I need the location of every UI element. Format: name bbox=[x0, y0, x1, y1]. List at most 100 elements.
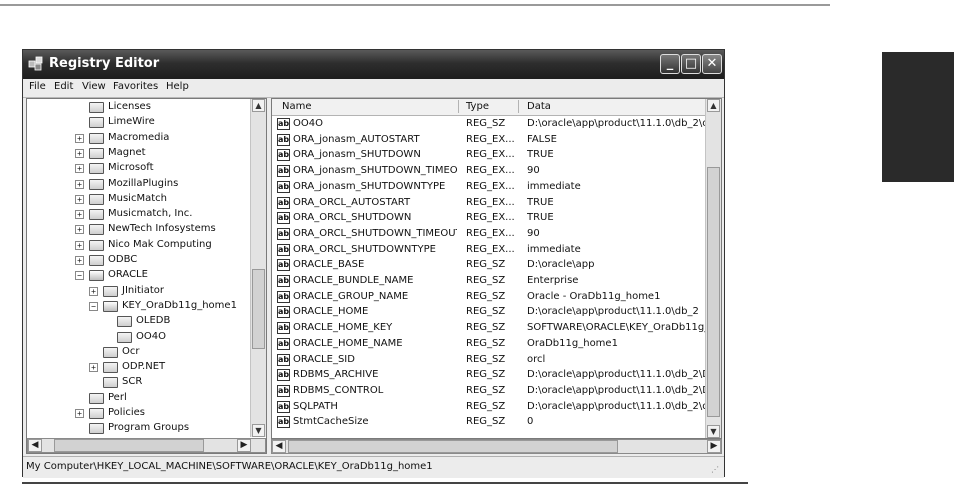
list-scroll-thumb[interactable] bbox=[707, 167, 720, 417]
expand-icon[interactable]: + bbox=[75, 256, 84, 265]
tree-item[interactable]: + NewTech Infosystems bbox=[27, 222, 247, 237]
column-type[interactable]: Type bbox=[466, 101, 489, 112]
tree-item[interactable]: Program Groups bbox=[27, 421, 247, 436]
tree-item[interactable]: − ORACLE bbox=[27, 268, 247, 283]
string-value-icon: ab bbox=[277, 353, 290, 366]
registry-value-row[interactable]: ab ORA_ORCL_SHUTDOWN REG_EX... TRUE bbox=[272, 211, 708, 226]
tree-item[interactable]: + MozillaPlugins bbox=[27, 177, 247, 192]
registry-value-row[interactable]: ab ORA_ORCL_SHUTDOWN_TIMEOUT REG_EX... 90 bbox=[272, 227, 708, 242]
value-data: SOFTWARE\ORACLE\KEY_OraDb11g_home1 bbox=[527, 322, 707, 334]
expand-icon[interactable]: + bbox=[75, 133, 84, 143]
scroll-right-arrow-icon[interactable]: ▶ bbox=[707, 440, 721, 453]
collapse-icon[interactable]: − bbox=[75, 271, 84, 281]
menu-view[interactable]: View bbox=[82, 81, 106, 92]
scroll-down-arrow-icon[interactable]: ▼ bbox=[707, 425, 720, 438]
tree-hscroll-thumb[interactable] bbox=[54, 439, 204, 452]
string-value-icon: ab bbox=[277, 416, 290, 429]
registry-value-row[interactable]: ab ORA_jonasm_SHUTDOWN REG_EX... TRUE bbox=[272, 148, 708, 163]
menu-file[interactable]: File bbox=[29, 81, 46, 92]
registry-value-row[interactable]: ab RDBMS_ARCHIVE REG_SZ D:\oracle\app\produ… bbox=[272, 368, 708, 383]
expand-icon[interactable]: + bbox=[75, 194, 84, 204]
registry-value-row[interactable]: ab ORACLE_GROUP_NAME REG_SZ Oracle - OraDb1… bbox=[272, 290, 708, 305]
value-type: REG_SZ bbox=[466, 322, 506, 334]
list-hscroll-thumb[interactable] bbox=[288, 440, 618, 453]
registry-value-row[interactable]: ab ORACLE_HOME REG_SZ D:\oracle\app\product… bbox=[272, 305, 708, 320]
title-bar[interactable]: Registry Editor _ □ ✕ bbox=[23, 50, 724, 79]
registry-value-row[interactable]: ab ORACLE_BASE REG_SZ D:\oracle\app bbox=[272, 258, 708, 273]
tree-item[interactable]: + Macromedia bbox=[27, 131, 247, 146]
registry-value-row[interactable]: ab RDBMS_CONTROL REG_SZ D:\oracle\app\produ… bbox=[272, 384, 708, 399]
key-tree-pane[interactable]: Licenses LimeWire + Macromedia + Magnet + Micro… bbox=[26, 98, 267, 454]
menu-help[interactable]: Help bbox=[166, 81, 189, 92]
tree-item[interactable]: Ocr bbox=[27, 345, 247, 360]
tree-item[interactable]: + MusicMatch bbox=[27, 192, 247, 207]
tree-item[interactable]: + ODP.NET bbox=[27, 360, 247, 375]
tree-vertical-scrollbar[interactable]: ▲ ▼ bbox=[250, 99, 266, 437]
close-button[interactable]: ✕ bbox=[702, 54, 722, 74]
resize-grip-icon[interactable]: ⋰ bbox=[711, 465, 721, 475]
registry-value-row[interactable]: ab ORACLE_BUNDLE_NAME REG_SZ Enterprise bbox=[272, 274, 708, 289]
maximize-button[interactable]: □ bbox=[681, 54, 701, 74]
registry-value-row[interactable]: ab ORA_jonasm_SHUTDOWNTYPE REG_EX... immedi… bbox=[272, 180, 708, 195]
string-value-icon: ab bbox=[277, 165, 290, 178]
value-name: ORA_ORCL_SHUTDOWN_TIMEOUT bbox=[293, 227, 457, 239]
registry-value-row[interactable]: ab ORA_jonasm_SHUTDOWN_TIMEO... REG_EX... 9… bbox=[272, 164, 708, 179]
scroll-right-arrow-icon[interactable]: ▶ bbox=[237, 439, 251, 452]
list-horizontal-scrollbar[interactable]: ◀ ▶ bbox=[271, 439, 722, 454]
expand-icon[interactable]: + bbox=[75, 164, 84, 174]
expand-icon[interactable]: + bbox=[75, 225, 84, 235]
tree-item[interactable]: Perl bbox=[27, 391, 247, 406]
registry-value-row[interactable]: ab OO4O REG_SZ D:\oracle\app\product\11.1.0… bbox=[272, 117, 708, 132]
tree-item[interactable]: LimeWire bbox=[27, 115, 247, 130]
values-list-pane[interactable]: Name Type Data ab OO4O REG_SZ D:\oracle\app… bbox=[271, 98, 722, 439]
menu-edit[interactable]: Edit bbox=[54, 81, 73, 92]
column-divider[interactable] bbox=[518, 100, 519, 113]
scroll-left-arrow-icon[interactable]: ◀ bbox=[28, 439, 42, 452]
column-divider[interactable] bbox=[458, 100, 459, 113]
scroll-up-arrow-icon[interactable]: ▲ bbox=[252, 99, 265, 112]
expand-icon[interactable]: + bbox=[75, 240, 84, 250]
tree-scroll-thumb[interactable] bbox=[252, 269, 265, 349]
menu-favorites[interactable]: Favorites bbox=[113, 81, 158, 92]
collapse-icon[interactable]: − bbox=[89, 301, 98, 311]
tree-item[interactable]: + Policies bbox=[27, 406, 247, 421]
scroll-down-arrow-icon[interactable]: ▼ bbox=[252, 424, 265, 437]
column-data[interactable]: Data bbox=[527, 101, 551, 112]
registry-value-row[interactable]: ab ORACLE_SID REG_SZ orcl bbox=[272, 353, 708, 368]
registry-value-row[interactable]: ab ORA_ORCL_AUTOSTART REG_EX... TRUE bbox=[272, 196, 708, 211]
tree-item[interactable]: OLEDB bbox=[27, 314, 247, 329]
list-vertical-scrollbar[interactable]: ▲ ▼ bbox=[705, 99, 721, 438]
tree-item[interactable]: + JInitiator bbox=[27, 284, 247, 299]
tree-item[interactable]: + Musicmatch, Inc. bbox=[27, 207, 247, 222]
tree-horizontal-scrollbar[interactable]: ◀ ▶ bbox=[27, 438, 266, 453]
tree-item[interactable]: + Microsoft bbox=[27, 161, 247, 176]
registry-value-row[interactable]: ab ORA_jonasm_AUTOSTART REG_EX... FALSE bbox=[272, 133, 708, 148]
scroll-up-arrow-icon[interactable]: ▲ bbox=[707, 99, 720, 112]
registry-value-row[interactable]: ab ORACLE_HOME_NAME REG_SZ OraDb11g_home1 bbox=[272, 337, 708, 352]
tree-item[interactable]: SCR bbox=[27, 375, 247, 390]
value-data: D:\oracle\app\product\11.1.0\db_2\DATABA… bbox=[527, 384, 707, 396]
tree-item[interactable]: + Magnet bbox=[27, 146, 247, 161]
expand-icon[interactable]: + bbox=[89, 286, 98, 296]
registry-value-row[interactable]: ab ORACLE_HOME_KEY REG_SZ SOFTWARE\ORACLE\K… bbox=[272, 321, 708, 336]
scroll-left-arrow-icon[interactable]: ◀ bbox=[272, 440, 286, 453]
expand-icon[interactable]: + bbox=[75, 210, 84, 220]
expand-icon[interactable]: + bbox=[75, 179, 84, 189]
minimize-button[interactable]: _ bbox=[660, 54, 680, 74]
expand-icon[interactable]: + bbox=[89, 363, 98, 373]
tree-item[interactable]: Licenses bbox=[27, 100, 247, 115]
tree-item[interactable]: − KEY_OraDb11g_home1 bbox=[27, 299, 247, 314]
expand-icon[interactable]: + bbox=[75, 409, 84, 418]
tree-item[interactable]: + ODBC bbox=[27, 253, 247, 268]
value-name: ORA_ORCL_AUTOSTART bbox=[293, 196, 411, 208]
expand-icon[interactable]: + bbox=[75, 148, 84, 158]
column-name[interactable]: Name bbox=[282, 101, 312, 112]
string-value-icon: ab bbox=[277, 369, 290, 382]
tree-item-label: ODP.NET bbox=[122, 361, 166, 373]
registry-value-row[interactable]: ab ORA_ORCL_SHUTDOWNTYPE REG_EX... immediat… bbox=[272, 243, 708, 258]
registry-value-row[interactable]: ab StmtCacheSize REG_SZ 0 bbox=[272, 415, 708, 430]
tree-item[interactable]: + Nico Mak Computing bbox=[27, 238, 247, 253]
registry-value-row[interactable]: ab SQLPATH REG_SZ D:\oracle\app\product\11.… bbox=[272, 400, 708, 415]
tree-item[interactable]: OO4O bbox=[27, 330, 247, 345]
value-name: ORACLE_HOME bbox=[293, 306, 369, 318]
